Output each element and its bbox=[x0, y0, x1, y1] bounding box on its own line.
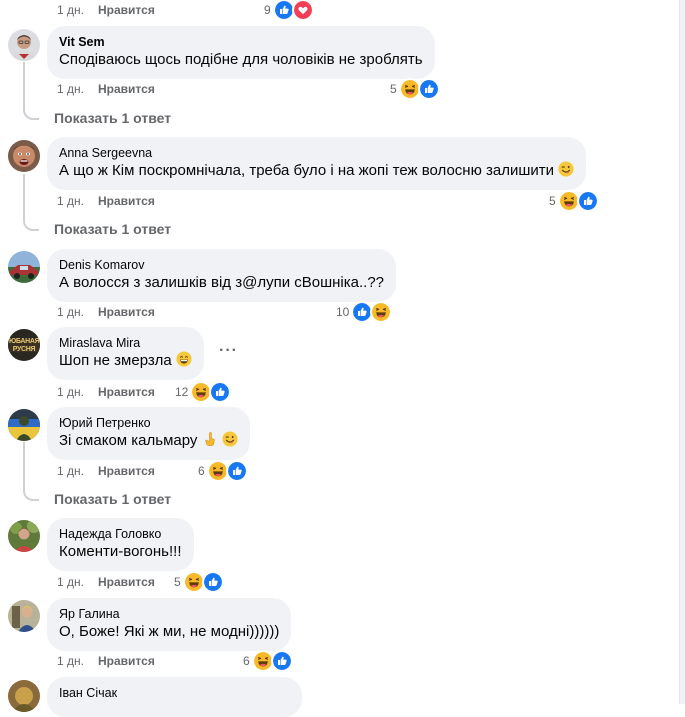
comment-author[interactable]: Надежда Головко bbox=[59, 526, 182, 542]
comment-text: О, Боже! Які ж ми, не модні)))))) bbox=[59, 623, 280, 640]
comment-bubble: Denis Komarov А волосся з залишків від з… bbox=[47, 249, 396, 302]
like-icon bbox=[417, 78, 440, 100]
comment-time[interactable]: 1 дн. bbox=[57, 303, 84, 321]
comment-bubble: Надежда Головко Коменти-вогонь!!! bbox=[47, 518, 194, 571]
comment-time[interactable]: 1 дн. bbox=[57, 383, 84, 401]
comment-meta: 1 дн. Нравится bbox=[57, 80, 155, 98]
comment-author[interactable]: Іван Січак bbox=[59, 685, 290, 701]
avatar[interactable] bbox=[8, 600, 40, 632]
comment-time[interactable]: 1 дн. bbox=[57, 462, 84, 480]
comment-text: А волосся з залишків від з@лупи сВошніка… bbox=[59, 274, 384, 291]
comment-text: Сподіваюсь щось подібне для чоловіків не… bbox=[59, 51, 423, 68]
wink-tongue-emoji-icon bbox=[558, 161, 574, 177]
reaction-summary[interactable]: 12 bbox=[175, 381, 232, 403]
comment-author[interactable]: Miraslava Mira bbox=[59, 335, 192, 351]
comment-meta: 1 дн. Нравится bbox=[57, 192, 155, 210]
avatar[interactable]: ЮБАНАЯ РУСНЯ bbox=[8, 329, 40, 361]
like-icon bbox=[209, 381, 232, 403]
like-button[interactable]: Нравится bbox=[98, 462, 155, 480]
comment-time[interactable]: 1 дн. bbox=[57, 573, 84, 591]
comment-meta: 1 дн. Нравится bbox=[57, 1, 155, 19]
reply-thread-line bbox=[23, 442, 39, 501]
wink-tongue-emoji-icon bbox=[222, 431, 238, 447]
show-replies-link[interactable]: Показать 1 ответ bbox=[54, 108, 171, 128]
love-icon bbox=[291, 0, 314, 21]
reaction-summary[interactable]: 6 bbox=[243, 650, 293, 672]
comment-bubble: Іван Січак bbox=[47, 677, 302, 717]
like-icon bbox=[270, 650, 293, 672]
like-button[interactable]: Нравится bbox=[98, 1, 155, 19]
comment-bubble: Anna Sergeevna А що ж Кім поскромнічала,… bbox=[47, 137, 587, 190]
reply-thread-line bbox=[23, 174, 39, 231]
like-button[interactable]: Нравится bbox=[98, 383, 155, 401]
like-button[interactable]: Нравится bbox=[98, 303, 155, 321]
comment-meta: 1 дн. Нравится bbox=[57, 573, 155, 591]
comment-text: А що ж Кім поскромнічала, треба було і н… bbox=[59, 162, 554, 179]
comment-time[interactable]: 1 дн. bbox=[57, 80, 84, 98]
grin-emoji-icon bbox=[176, 351, 192, 367]
comment-bubble: Яр Галина О, Боже! Які ж ми, не модні)))… bbox=[47, 598, 292, 651]
reaction-count: 9 bbox=[264, 3, 271, 17]
avatar[interactable] bbox=[8, 29, 40, 61]
like-button[interactable]: Нравится bbox=[98, 192, 155, 210]
comment-text: Шоп не змерзла bbox=[59, 352, 172, 369]
reaction-count: 12 bbox=[175, 385, 189, 399]
avatar[interactable] bbox=[8, 251, 40, 283]
avatar[interactable] bbox=[8, 680, 40, 712]
comment-text-row: Зі смаком кальмару bbox=[59, 431, 238, 451]
like-button[interactable]: Нравится bbox=[98, 573, 155, 591]
comment-meta: 1 дн. Нравится bbox=[57, 462, 155, 480]
comment-bubble: Юрий Петренко Зі смаком кальмару bbox=[47, 407, 250, 460]
haha-icon bbox=[370, 301, 393, 323]
avatar[interactable] bbox=[8, 409, 40, 441]
show-replies-link[interactable]: Показать 1 ответ bbox=[54, 489, 171, 509]
comment-time[interactable]: 1 дн. bbox=[57, 1, 84, 19]
reaction-summary[interactable]: 5 bbox=[174, 571, 224, 593]
reaction-summary[interactable]: 10 bbox=[336, 301, 393, 323]
like-icon bbox=[225, 460, 248, 482]
like-icon bbox=[576, 190, 599, 212]
comment-author[interactable]: Юрий Петренко bbox=[59, 415, 238, 431]
reaction-count: 6 bbox=[198, 464, 205, 478]
reaction-count: 5 bbox=[549, 194, 556, 208]
avatar-caption: ЮБАНАЯ РУСНЯ bbox=[9, 338, 40, 353]
reaction-count: 5 bbox=[174, 575, 181, 589]
reaction-summary[interactable]: 9 bbox=[264, 0, 314, 21]
like-icon bbox=[201, 571, 224, 593]
comment-author[interactable]: Vit Sem bbox=[59, 34, 423, 50]
comment-text-row: А що ж Кім поскромнічала, треба було і н… bbox=[59, 161, 574, 181]
reaction-summary[interactable]: 6 bbox=[198, 460, 248, 482]
pointing-finger-emoji-icon bbox=[202, 431, 218, 447]
more-options-icon[interactable]: ··· bbox=[219, 342, 238, 360]
comment-meta: 1 дн. Нравится bbox=[57, 303, 155, 321]
comment-meta: 1 дн. Нравится bbox=[57, 652, 155, 670]
comment-bubble: Vit Sem Сподіваюсь щось подібне для чоло… bbox=[47, 26, 435, 79]
comment-time[interactable]: 1 дн. bbox=[57, 652, 84, 670]
comment-text: Зі смаком кальмару bbox=[59, 432, 198, 449]
comment-text: Коменти-вогонь!!! bbox=[59, 543, 182, 560]
like-button[interactable]: Нравится bbox=[98, 652, 155, 670]
avatar[interactable] bbox=[8, 140, 40, 172]
like-button[interactable]: Нравится bbox=[98, 80, 155, 98]
reaction-count: 6 bbox=[243, 654, 250, 668]
reaction-summary[interactable]: 5 bbox=[390, 78, 440, 100]
comment-author[interactable]: Anna Sergeevna bbox=[59, 145, 574, 161]
comment-author[interactable]: Яр Галина bbox=[59, 606, 279, 622]
comment-text-row: Шоп не змерзла bbox=[59, 351, 192, 371]
comment-meta: 1 дн. Нравится bbox=[57, 383, 155, 401]
comment-author[interactable]: Denis Komarov bbox=[59, 257, 384, 273]
reaction-count: 5 bbox=[390, 82, 397, 96]
reply-thread-line bbox=[23, 62, 39, 120]
reaction-count: 10 bbox=[336, 305, 350, 319]
scrollbar-track[interactable] bbox=[679, 0, 685, 704]
avatar[interactable] bbox=[8, 520, 40, 552]
comment-bubble: Miraslava Mira Шоп не змерзла bbox=[47, 327, 204, 380]
reaction-summary[interactable]: 5 bbox=[549, 190, 599, 212]
comment-time[interactable]: 1 дн. bbox=[57, 192, 84, 210]
show-replies-link[interactable]: Показать 1 ответ bbox=[54, 219, 171, 239]
